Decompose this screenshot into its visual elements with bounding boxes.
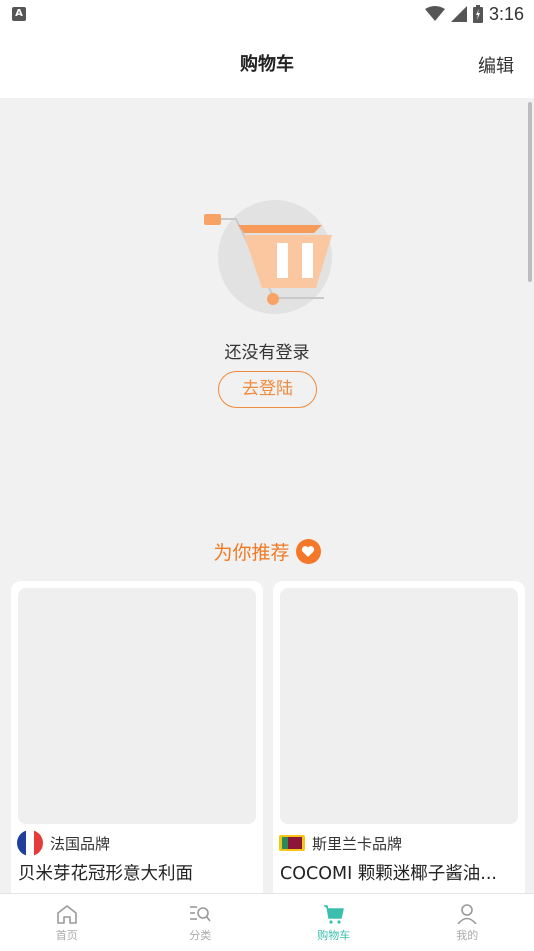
product-name[interactable]: 贝米芽花冠形意大利面 bbox=[18, 860, 255, 885]
edit-button[interactable]: 编辑 bbox=[478, 52, 514, 78]
status-icons: 3:16 bbox=[425, 3, 524, 25]
page-title: 购物车 bbox=[0, 50, 534, 76]
heart-icon bbox=[296, 539, 321, 564]
user-icon bbox=[456, 904, 478, 924]
tab-home[interactable]: 首页 bbox=[0, 894, 134, 951]
cart-content[interactable]: 还没有登录 去登陆 为你推荐 法国品牌 贝米芽花冠形意大利面 斯里兰卡品牌 CO… bbox=[0, 98, 534, 893]
recommend-label: 为你推荐 bbox=[213, 538, 289, 565]
home-icon bbox=[56, 904, 78, 924]
tab-label: 购物车 bbox=[317, 927, 350, 943]
tab-label: 我的 bbox=[456, 927, 478, 943]
brand-label: 法国品牌 bbox=[50, 833, 110, 854]
tab-label: 首页 bbox=[56, 927, 78, 943]
battery-icon bbox=[473, 5, 483, 23]
recommend-title: 为你推荐 bbox=[0, 538, 534, 565]
tab-cart[interactable]: 购物车 bbox=[267, 894, 401, 951]
scrollbar[interactable] bbox=[528, 102, 532, 282]
france-flag-icon bbox=[17, 830, 43, 856]
status-time: 3:16 bbox=[489, 4, 524, 25]
product-name[interactable]: COCOMI 颗颗迷椰子酱油... bbox=[280, 860, 517, 885]
product-card[interactable]: 斯里兰卡品牌 COCOMI 颗颗迷椰子酱油... bbox=[273, 581, 525, 893]
product-image[interactable] bbox=[18, 588, 256, 824]
empty-message: 还没有登录 bbox=[0, 338, 534, 363]
bottom-tab-bar: 首页 分类 购物车 我的 bbox=[0, 893, 534, 951]
notification-icon: A bbox=[12, 7, 26, 21]
sri-lanka-flag-icon bbox=[279, 835, 305, 851]
signal-icon bbox=[451, 6, 467, 22]
wifi-icon bbox=[425, 6, 445, 22]
cart-icon bbox=[323, 904, 345, 924]
tab-label: 分类 bbox=[189, 927, 211, 943]
product-brand: 法国品牌 bbox=[17, 829, 110, 857]
category-search-icon bbox=[189, 904, 211, 924]
app-header: 购物车 编辑 bbox=[0, 28, 534, 98]
empty-cart-icon bbox=[196, 200, 336, 315]
status-bar: A 3:16 bbox=[0, 0, 534, 28]
brand-label: 斯里兰卡品牌 bbox=[312, 833, 402, 854]
product-brand: 斯里兰卡品牌 bbox=[279, 829, 402, 857]
tab-profile[interactable]: 我的 bbox=[401, 894, 534, 951]
login-button[interactable]: 去登陆 bbox=[218, 371, 317, 408]
tab-category[interactable]: 分类 bbox=[134, 894, 268, 951]
product-image[interactable] bbox=[280, 588, 518, 824]
product-card[interactable]: 法国品牌 贝米芽花冠形意大利面 bbox=[11, 581, 263, 893]
